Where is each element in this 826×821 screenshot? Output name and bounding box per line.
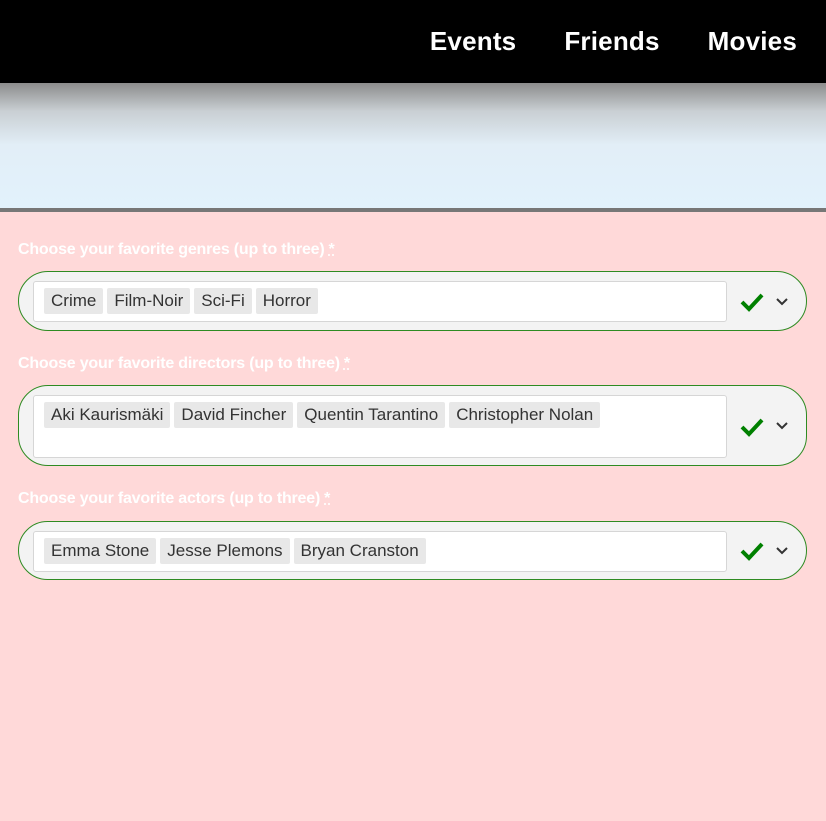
tag-actor[interactable]: Emma Stone [44,538,157,564]
directors-select[interactable]: Aki Kaurismäki David Fincher Quentin Tar… [18,385,807,466]
required-marker: * [343,355,350,372]
check-icon [740,418,764,437]
tag-genre[interactable]: Horror [255,288,318,314]
top-navigation: Events Friends Movies [0,0,826,83]
genres-label-text: Choose your favorite genres (up to three… [18,241,325,258]
tag-actor[interactable]: Bryan Cranston [293,538,426,564]
genres-select[interactable]: Crime Film-Noir Sci-Fi Horror [18,271,807,331]
hero-banner [0,83,826,208]
genres-label: Choose your favorite genres (up to three… [18,241,335,259]
check-icon [740,542,764,561]
tag-genre[interactable]: Sci-Fi [194,288,252,314]
tag-director[interactable]: David Fincher [174,402,294,428]
nav-link-events[interactable]: Events [430,26,516,57]
chevron-down-icon[interactable] [775,546,789,556]
actors-select[interactable]: Emma Stone Jesse Plemons Bryan Cranston [18,521,807,580]
tag-director[interactable]: Christopher Nolan [449,402,601,428]
check-icon [740,293,764,312]
chevron-down-icon[interactable] [775,297,789,307]
actors-label-text: Choose your favorite actors (up to three… [18,490,321,507]
directors-label-text: Choose your favorite directors (up to th… [18,355,340,372]
chevron-down-icon[interactable] [775,421,789,431]
tag-actor[interactable]: Jesse Plemons [160,538,290,564]
tag-director[interactable]: Quentin Tarantino [297,402,446,428]
tag-genre[interactable]: Crime [44,288,104,314]
actors-tag-list[interactable]: Emma Stone Jesse Plemons Bryan Cranston [33,531,727,572]
directors-label: Choose your favorite directors (up to th… [18,355,350,373]
required-marker: * [324,490,331,507]
genres-tag-list[interactable]: Crime Film-Noir Sci-Fi Horror [33,281,727,322]
nav-link-friends[interactable]: Friends [564,26,659,57]
directors-tag-list[interactable]: Aki Kaurismäki David Fincher Quentin Tar… [33,395,727,458]
nav-link-movies[interactable]: Movies [708,26,797,57]
tag-director[interactable]: Aki Kaurismäki [44,402,171,428]
required-marker: * [328,241,335,258]
actors-label: Choose your favorite actors (up to three… [18,490,330,508]
tag-genre[interactable]: Film-Noir [107,288,191,314]
